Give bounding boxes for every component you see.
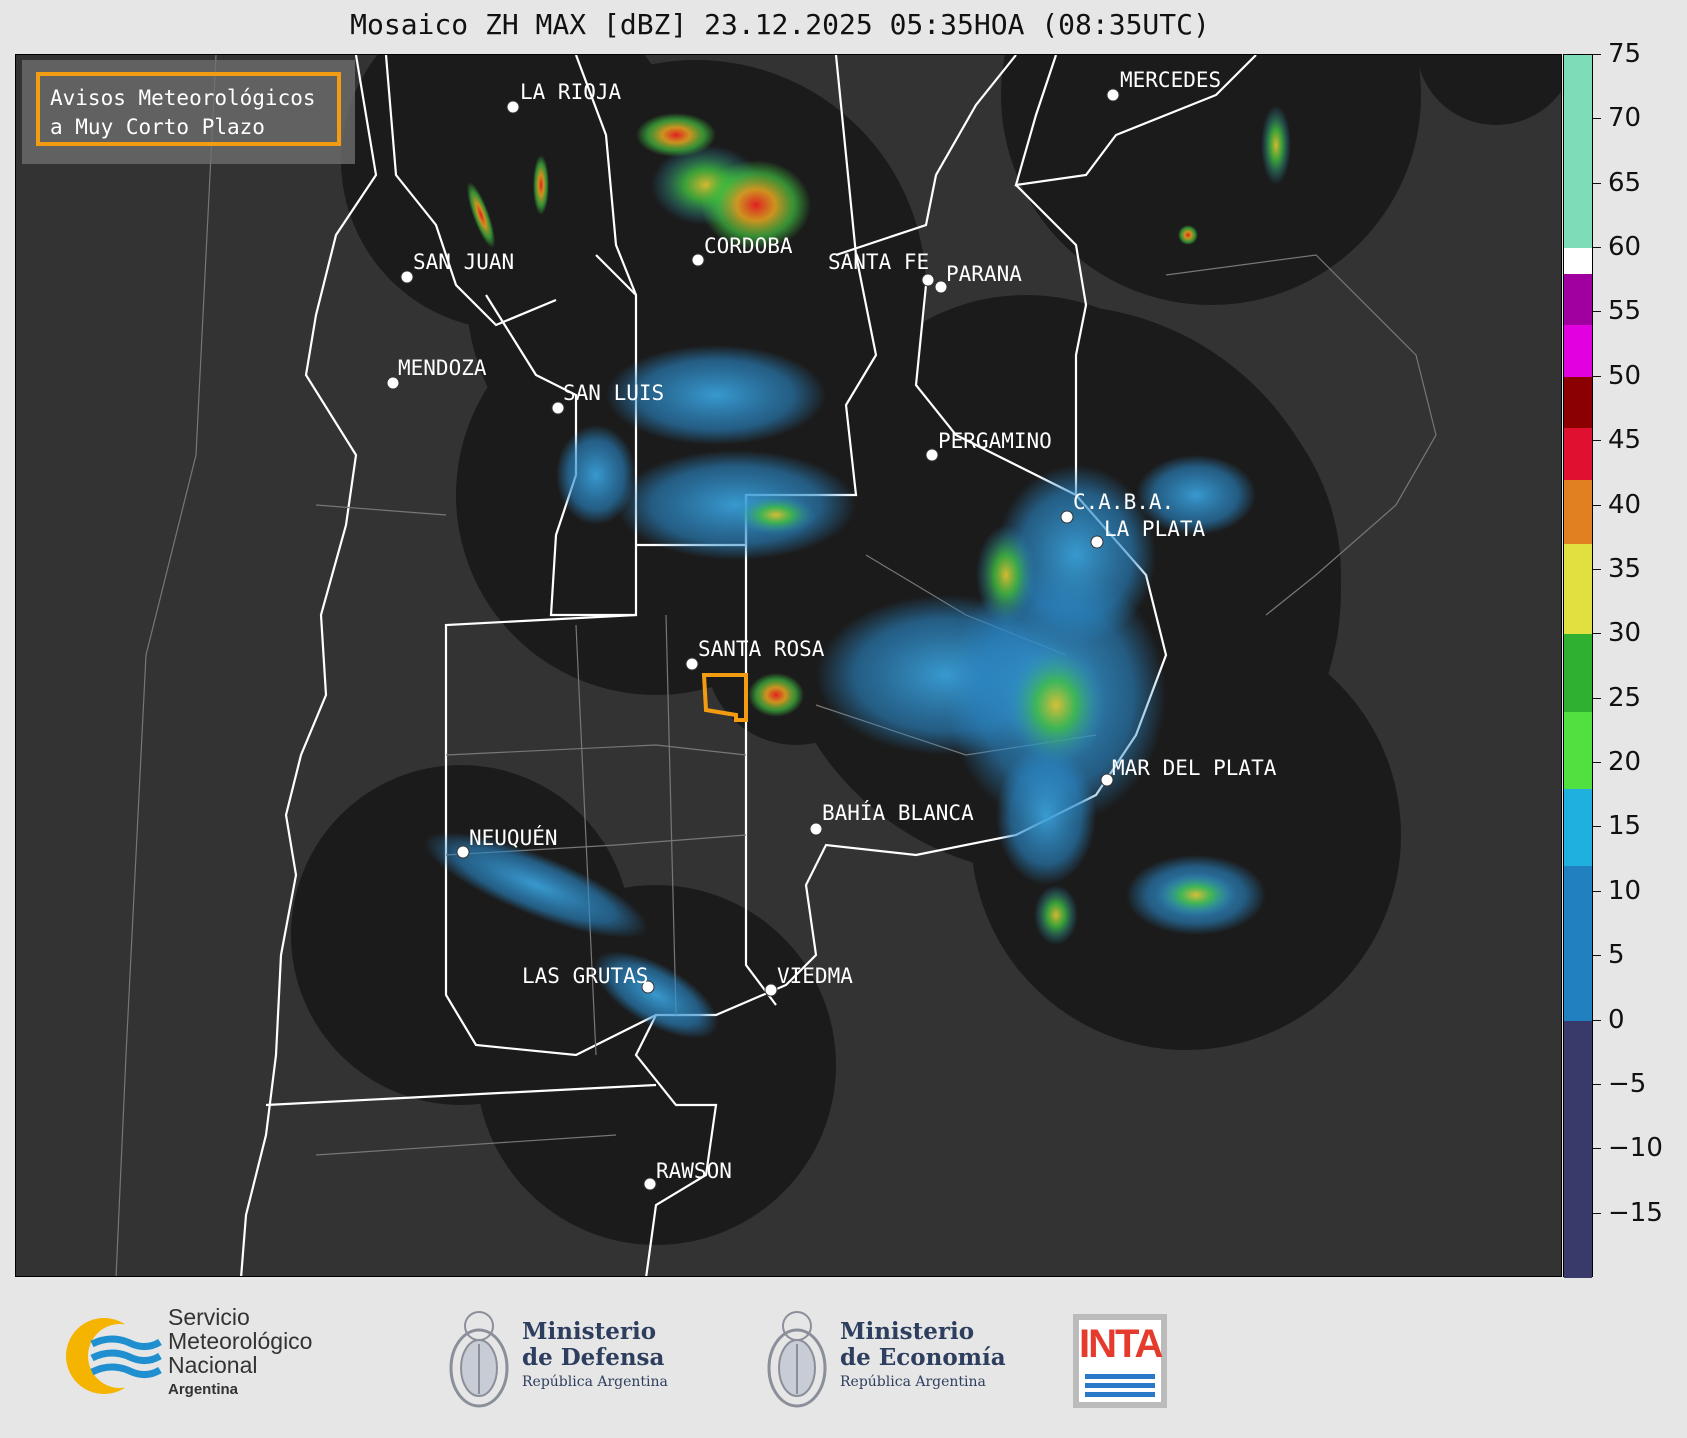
colorbar-tick-mark [1593, 955, 1601, 957]
colorbar-tick-label: 40 [1608, 489, 1642, 520]
city-label-san-luis: SAN LUIS [563, 381, 665, 405]
colorbar-tick-mark [1593, 1019, 1601, 1021]
colorbar-tick-label: 50 [1608, 360, 1642, 391]
city-label-pergamino: PERGAMINO [938, 429, 1052, 453]
colorbar-segment [1564, 544, 1592, 635]
colorbar-tick-label: 30 [1608, 618, 1642, 649]
colorbar-tick-mark [1593, 247, 1601, 249]
colorbar-tick-label: 35 [1608, 553, 1642, 584]
colorbar-tick-label: 70 [1608, 103, 1642, 134]
economia-line2: de Economía [840, 1344, 1006, 1371]
colorbar-segment [1564, 248, 1592, 274]
colorbar-tick-mark [1593, 375, 1601, 377]
colorbar-tick-mark [1593, 54, 1601, 55]
coat-of-arms-icon [449, 1311, 509, 1408]
coat-of-arms-icon [767, 1311, 827, 1408]
colorbar [1563, 54, 1593, 1278]
colorbar-segment [1564, 866, 1592, 1021]
colorbar-tick-mark [1593, 440, 1601, 442]
colorbar-tick-mark [1593, 1083, 1601, 1085]
colorbar-tick-label: 55 [1608, 296, 1642, 327]
colorbar-tick-mark [1593, 762, 1601, 764]
smn-line1: Servicio [168, 1304, 250, 1330]
avisos-box[interactable]: Avisos Meteorológicos a Muy Corto Plazo [36, 72, 341, 146]
colorbar-tick-label: 0 [1608, 1004, 1625, 1035]
map-title: Mosaico ZH MAX [dBZ] 23.12.2025 05:35HOA… [350, 8, 1210, 41]
city-label-san-juan: SAN JUAN [413, 250, 515, 274]
colorbar-segment [1564, 479, 1592, 545]
colorbar-segment [1564, 788, 1592, 867]
avisos-line1: Avisos Meteorológicos [50, 86, 316, 110]
avisos-line2: a Muy Corto Plazo [50, 115, 265, 139]
colorbar-tick-mark [1593, 504, 1601, 506]
colorbar-segment [1564, 55, 1592, 249]
colorbar-tick-label: 15 [1608, 811, 1642, 842]
city-label-mar-del-plata: MAR DEL PLATA [1112, 756, 1277, 780]
smn-line2: Meteorológico [168, 1328, 313, 1354]
colorbar-segment [1564, 428, 1592, 480]
colorbar-segment [1564, 273, 1592, 326]
colorbar-tick-label: 65 [1608, 167, 1642, 198]
economia-line1: Ministerio [840, 1318, 975, 1345]
city-label-mendoza: MENDOZA [398, 356, 487, 380]
colorbar-tick-mark [1593, 568, 1601, 570]
smn-line3: Nacional [168, 1352, 258, 1378]
colorbar-segment [1564, 376, 1592, 429]
city-label-parana: PARANA [946, 262, 1022, 286]
colorbar-tick-mark [1593, 1148, 1601, 1150]
city-label-bahia-blanca: BAHÍA BLANCA [822, 801, 974, 825]
colorbar-tick-mark [1593, 890, 1601, 892]
colorbar-tick-label: 25 [1608, 682, 1642, 713]
city-label-mercedes: MERCEDES [1120, 68, 1222, 92]
colorbar-tick-mark [1593, 311, 1601, 313]
colorbar-tick-label: 10 [1608, 875, 1642, 906]
inta-logo: INTA [1073, 1314, 1167, 1408]
colorbar-tick-mark [1593, 826, 1601, 828]
colorbar-tick-label: 75 [1608, 39, 1642, 69]
defensa-line2: de Defensa [522, 1344, 665, 1371]
colorbar-tick-label: 5 [1608, 940, 1625, 971]
city-label-caba: C.A.B.A. [1073, 490, 1175, 514]
colorbar-tick-label: 45 [1608, 425, 1642, 456]
smn-line4: Argentina [168, 1381, 239, 1398]
economia-line3: República Argentina [840, 1374, 986, 1390]
city-label-la-rioja: LA RIOJA [520, 80, 622, 104]
colorbar-segment [1564, 634, 1592, 712]
city-label-viedma: VIEDMA [777, 964, 853, 988]
colorbar-tick-label: 60 [1608, 232, 1642, 263]
colorbar-tick-label: 20 [1608, 747, 1642, 778]
city-label-santa-rosa: SANTA ROSA [698, 637, 825, 661]
city-label-rawson: RAWSON [656, 1159, 732, 1183]
logos-footer: Servicio Meteorológico Nacional Argentin… [0, 1278, 1687, 1438]
colorbar-tick-mark [1593, 118, 1601, 120]
colorbar-segment [1564, 325, 1592, 377]
colorbar-tick-mark [1593, 1212, 1601, 1214]
colorbar-tick-label: −5 [1608, 1068, 1647, 1099]
colorbar-tick-mark [1593, 697, 1601, 699]
colorbar-segment [1564, 711, 1592, 789]
city-label-neuquen: NEUQUÉN [469, 826, 558, 850]
city-label-la-plata: LA PLATA [1104, 517, 1206, 541]
colorbar-tick-mark [1593, 633, 1601, 635]
colorbar-tick-mark [1593, 182, 1601, 184]
inta-wordmark: INTA [1079, 1322, 1163, 1366]
colorbar-tick-label: −10 [1608, 1133, 1663, 1164]
defensa-line1: Ministerio [522, 1318, 657, 1345]
defensa-line3: República Argentina [522, 1374, 668, 1390]
city-label-santa-fe: SANTA FE [828, 250, 930, 274]
colorbar-tick-label: −15 [1608, 1197, 1663, 1228]
city-label-las-grutas: LAS GRUTAS [522, 964, 649, 988]
city-label-cordoba: CORDOBA [704, 234, 793, 258]
avisos-panel[interactable]: Avisos Meteorológicos a Muy Corto Plazo [22, 60, 355, 164]
smn-logo-icon [66, 1318, 162, 1394]
colorbar-segment [1564, 1020, 1592, 1278]
